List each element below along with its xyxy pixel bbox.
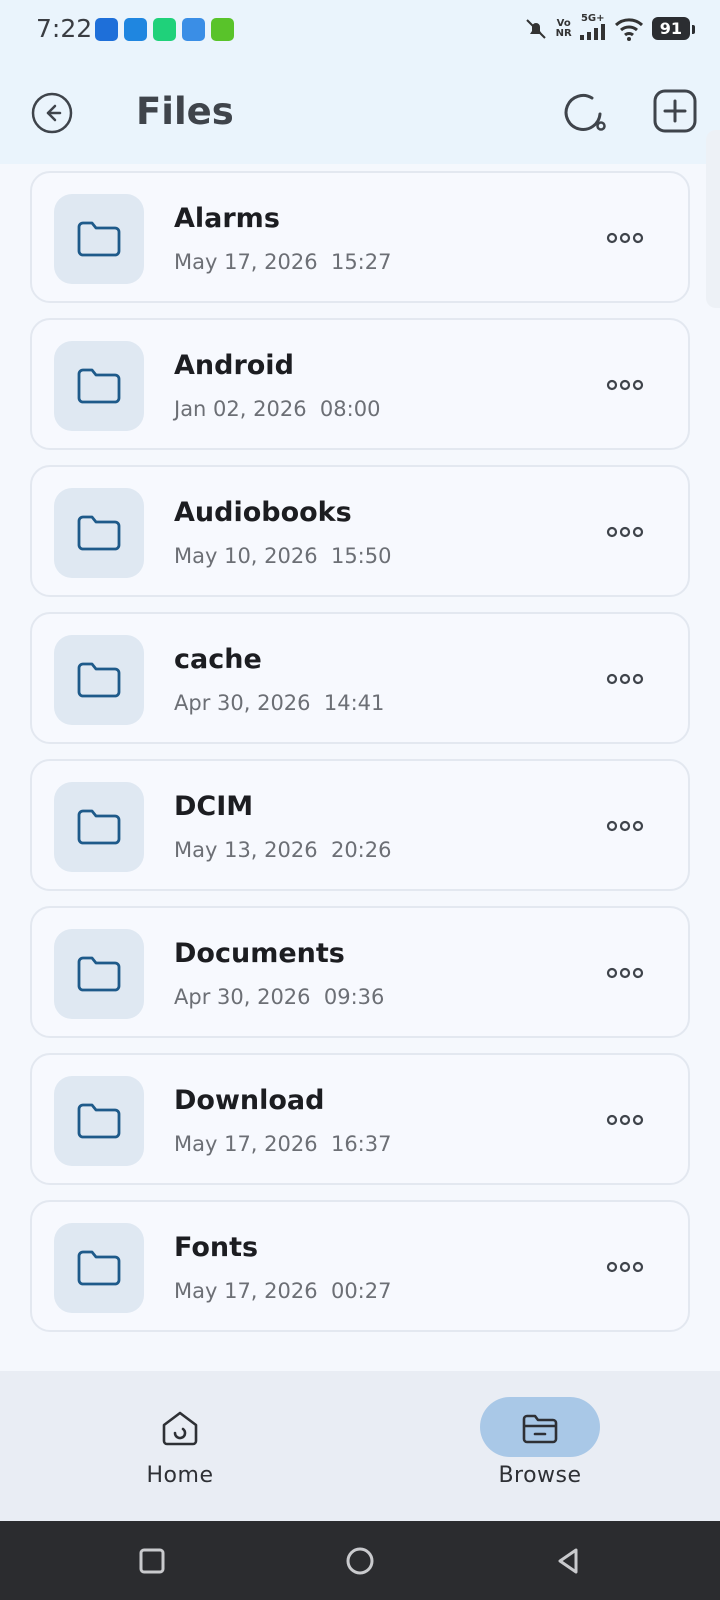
file-name: Documents — [174, 938, 345, 969]
home-icon — [162, 1411, 198, 1446]
folder-open-icon — [522, 1414, 558, 1444]
file-date: May 17, 2026 00:27 — [174, 1279, 392, 1303]
list-item[interactable]: Documents Apr 30, 2026 09:36 — [30, 906, 690, 1038]
file-name: DCIM — [174, 791, 254, 822]
folder-tile — [54, 635, 144, 725]
notification-icons — [95, 18, 234, 41]
file-name: Alarms — [174, 203, 280, 234]
folder-tile — [54, 929, 144, 1019]
recents-square-icon[interactable] — [132, 1541, 172, 1581]
bottom-navigation: Home Browse — [0, 1371, 720, 1521]
list-item[interactable]: Download May 17, 2026 16:37 — [30, 1053, 690, 1185]
app-notification-icon — [211, 18, 234, 41]
network-top: Vo — [556, 17, 571, 29]
file-name: Audiobooks — [174, 497, 352, 528]
folder-icon — [77, 662, 121, 698]
list-item[interactable]: Fonts May 17, 2026 00:27 — [30, 1200, 690, 1332]
folder-icon — [77, 515, 121, 551]
file-date: Apr 30, 2026 14:41 — [174, 691, 385, 715]
folder-icon — [77, 1250, 121, 1286]
status-time: 7:22 — [36, 14, 93, 43]
more-options-icon[interactable] — [606, 962, 644, 984]
file-name: Download — [174, 1085, 325, 1116]
signal-bars-icon — [579, 24, 605, 40]
bell-muted-icon — [525, 18, 546, 39]
folder-tile — [54, 782, 144, 872]
back-arrow-circle-icon[interactable] — [31, 92, 73, 134]
file-date: Apr 30, 2026 09:36 — [174, 985, 385, 1009]
more-options-icon[interactable] — [606, 227, 644, 249]
folder-icon — [77, 368, 121, 404]
folder-tile — [54, 488, 144, 578]
more-options-icon[interactable] — [606, 521, 644, 543]
network-bottom: NR — [555, 27, 572, 39]
file-name: Fonts — [174, 1232, 259, 1263]
signal: 5G+ — [579, 13, 606, 43]
status-right: Vo NR 5G+ 91 — [524, 13, 696, 43]
folder-tile — [54, 1223, 144, 1313]
more-options-icon[interactable] — [606, 1109, 644, 1131]
file-date: May 17, 2026 16:37 — [174, 1132, 392, 1156]
status-bar: 7:22 Vo NR 5G+ 91 — [0, 0, 720, 60]
file-date: May 10, 2026 15:50 — [174, 544, 392, 568]
file-name: cache — [174, 644, 262, 675]
usb-notification-icon — [95, 18, 118, 41]
more-options-icon[interactable] — [606, 1256, 644, 1278]
folder-icon — [77, 809, 121, 845]
more-options-icon[interactable] — [606, 374, 644, 396]
list-item[interactable]: DCIM May 13, 2026 20:26 — [30, 759, 690, 891]
list-item[interactable]: Android Jan 02, 2026 08:00 — [30, 318, 690, 450]
file-date: Jan 02, 2026 08:00 — [174, 397, 381, 421]
folder-icon — [77, 221, 121, 257]
refresh-icon[interactable] — [562, 90, 608, 136]
signal-label: 5G+ — [580, 13, 605, 24]
network-type: Vo NR — [555, 17, 572, 39]
folder-tile — [54, 194, 144, 284]
back-triangle-icon[interactable] — [548, 1541, 588, 1581]
file-date: May 17, 2026 15:27 — [174, 250, 392, 274]
more-options-icon[interactable] — [606, 668, 644, 690]
file-name: Android — [174, 350, 294, 381]
folder-icon — [77, 956, 121, 992]
folder-tile — [54, 341, 144, 431]
folder-icon — [77, 1103, 121, 1139]
nav-home-label: Home — [146, 1463, 214, 1488]
list-item[interactable]: Audiobooks May 10, 2026 15:50 — [30, 465, 690, 597]
scroll-edge-hint — [706, 130, 720, 308]
list-item[interactable]: Alarms May 17, 2026 15:27 — [30, 171, 690, 303]
list-item[interactable]: cache Apr 30, 2026 14:41 — [30, 612, 690, 744]
battery-indicator: 91 — [651, 17, 696, 40]
app-notification-icon — [153, 18, 176, 41]
nav-browse-label: Browse — [498, 1463, 582, 1488]
add-square-icon[interactable] — [652, 88, 698, 134]
home-circle-icon[interactable] — [340, 1541, 380, 1581]
page-title: Files — [136, 90, 234, 133]
nav-browse[interactable]: Browse — [450, 1397, 630, 1497]
file-date: May 13, 2026 20:26 — [174, 838, 392, 862]
app-bar: Files — [0, 60, 720, 164]
nav-home[interactable]: Home — [90, 1397, 270, 1497]
folder-tile — [54, 1076, 144, 1166]
more-options-icon[interactable] — [606, 815, 644, 837]
wifi-icon — [614, 17, 643, 41]
system-navigation-bar — [0, 1521, 720, 1600]
app-notification-icon — [124, 18, 147, 41]
app-notification-icon — [182, 18, 205, 41]
